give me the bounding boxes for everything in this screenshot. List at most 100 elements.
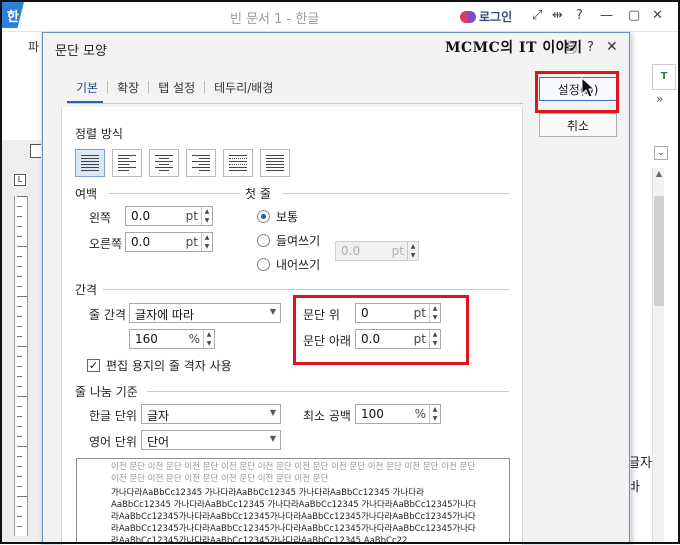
split-icon[interactable]: ⇹ [552,8,563,23]
scroll-up-icon[interactable]: ▲ [653,168,665,180]
spinner-arrows-icon[interactable]: ▲ ▼ [407,242,418,260]
ruler-tick [17,376,22,377]
line-spacing-type-select[interactable]: 글자에 따라 ▼ [129,303,281,323]
line-grid-checkbox[interactable]: ✓ 편집 용지의 줄 격자 사용 [87,357,232,374]
paragraph-above-field[interactable]: 0 pt ▲ ▼ [355,303,441,323]
right-margin-field[interactable]: 0.0 pt ▲ ▼ [125,232,213,252]
tab-extended[interactable]: 확장 [108,79,148,96]
ruler-tick [17,226,22,227]
dialog-close-icon[interactable]: ✕ [606,39,618,55]
paragraph-above-label: 문단 위 [303,308,340,322]
align-center-button[interactable] [149,149,179,177]
first-line-indent-radio[interactable]: 들여쓰기 [257,232,320,249]
spinner-arrows-icon[interactable]: ▲ ▼ [429,405,440,423]
ruler-tick [17,336,22,337]
left-margin-field[interactable]: 0.0 pt ▲ ▼ [125,206,213,226]
hangul-unit-label: 한글 단위 [89,409,137,423]
watermark-text: MCMC의 IT 이야기 [445,40,583,56]
ruler-tick [17,326,22,327]
hangul-logo-icon: 한 [2,2,24,28]
ruler-corner-icon[interactable]: L [14,174,26,186]
ruler-tick [17,486,22,487]
chevron-down-icon: ▼ [269,307,276,316]
checkmark-icon: ✓ [87,359,100,372]
ruler-tick [17,196,27,197]
radio-icon [257,234,270,247]
first-line-value-field[interactable]: 0.0 pt ▲ ▼ [335,241,419,261]
spinner-arrows-icon[interactable]: ▲ ▼ [429,330,440,348]
window-title: 빈 문서 1 - 한글 [230,12,320,27]
minimize-icon[interactable]: — [600,8,613,23]
spinner-arrows-icon[interactable]: ▲ ▼ [429,304,440,322]
min-space-field[interactable]: 100 % ▲ ▼ [355,404,441,424]
align-right-button[interactable] [186,149,216,177]
ok-button[interactable]: 설정(D) [539,77,617,101]
tab-basic[interactable]: 기본 [67,79,107,96]
chevron-down-icon: ▼ [269,408,276,417]
first-line-normal-radio[interactable]: 보통 [257,208,298,225]
paragraph-below-label: 문단 아래 [303,334,351,348]
ruler-tick [17,306,22,307]
align-justify-button[interactable] [75,149,105,177]
login-button[interactable]: 로그인 [460,8,512,25]
align-left-button[interactable] [112,149,142,177]
ruler-tick [17,356,22,357]
fullscreen-icon[interactable]: ⤢ [532,8,542,23]
window-close-icon[interactable]: ✕ [652,8,663,23]
paragraph-below-field[interactable]: 0.0 pt ▲ ▼ [355,329,441,349]
vertical-scrollbar[interactable]: ▲ [652,168,664,544]
ruler-tick [17,396,27,397]
ruler-tick [17,496,27,497]
margins-label: 여백 [75,187,98,201]
tab-tab-settings[interactable]: 탭 설정 [149,79,204,96]
ruler-tick [17,416,22,417]
ruler-tick [17,516,22,517]
dialog-title: 문단 모양 [55,44,107,59]
min-space-label: 최소 공백 [303,409,351,423]
ruler-tick [17,296,27,297]
maximize-icon[interactable]: ▢ [628,8,640,23]
document-icon[interactable] [30,144,42,158]
first-line-outdent-radio[interactable]: 내어쓰기 [257,256,320,273]
mouse-pointer-icon [581,77,595,98]
hangul-unit-select[interactable]: 글자 ▼ [141,404,281,424]
right-margin-label: 오른쪽 [89,237,123,251]
english-unit-label: 영어 단위 [89,435,137,449]
dialog-help-icon[interactable]: ? [587,40,594,55]
ruler-tick [17,216,22,217]
ruler-tick [17,286,22,287]
spinner-arrows-icon[interactable]: ▲ ▼ [201,207,212,225]
ruler-tick [17,386,22,387]
ribbon-tool-icon[interactable]: T [652,64,676,90]
cancel-button[interactable]: 취소 [539,113,617,137]
ruler-tick [17,476,22,477]
ruler-tick [17,366,22,367]
line-spacing-value-field[interactable]: 160 % ▲ ▼ [129,329,215,349]
spinner-arrows-icon[interactable]: ▲ ▼ [203,330,214,348]
ruler-tick [17,206,22,207]
document-text-fragment: 글자 [628,456,652,471]
toolbar-collapse-icon[interactable]: ⌄ [654,146,668,160]
align-divide-button[interactable] [260,149,290,177]
help-icon[interactable]: ? [576,8,583,23]
scroll-thumb[interactable] [654,196,664,306]
ruler-tick [17,456,22,457]
first-line-label: 첫 줄 [245,187,271,201]
ruler-tick [17,406,22,407]
english-unit-select[interactable]: 단어 ▼ [141,430,281,450]
align-distribute-button[interactable] [223,149,253,177]
line-spacing-label: 줄 간격 [89,308,126,322]
tab-border-background[interactable]: 테두리/배경 [205,79,282,96]
ruler-tick [17,266,22,267]
ruler-tick [17,346,27,347]
ruler-tick [17,256,22,257]
ruler-tick [17,236,22,237]
spinner-arrows-icon[interactable]: ▲ ▼ [201,233,212,251]
chevron-down-icon: ▼ [269,434,276,443]
left-margin-label: 왼쪽 [89,211,112,225]
dialog-pin-icon[interactable]: 🗐 [565,39,577,60]
radio-icon [257,210,270,223]
menu-file[interactable]: 파 [28,38,39,55]
dialog-tabs: 기본 확장 탭 설정 테두리/배경 [67,77,282,97]
ribbon-expand-icon[interactable]: » [656,92,663,106]
